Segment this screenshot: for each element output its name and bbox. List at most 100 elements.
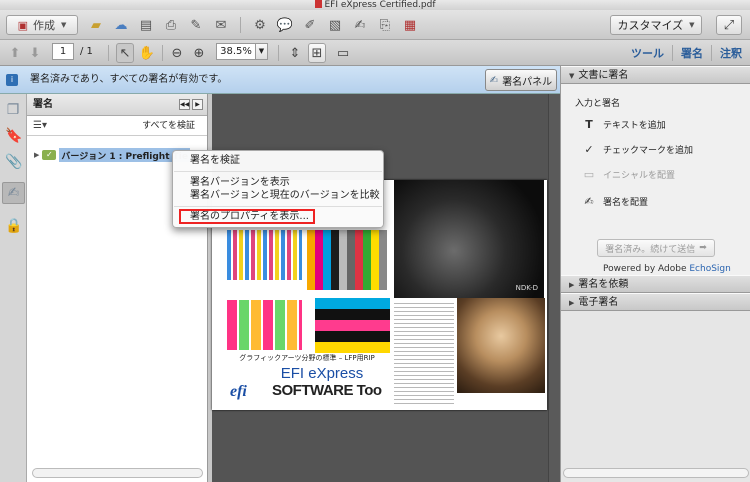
attachments-icon[interactable]: 📎 [5,154,22,170]
menu-item-validate-signature[interactable]: 署名を検証 [190,154,240,167]
panel-header-buttons: ◀◀ ▶ [179,99,203,110]
panel-horizontal-scrollbar[interactable] [32,468,203,478]
signature-status-bar: i 署名済みであり、すべての署名が有効です。 ✍ 署名パネル [0,66,560,94]
document-scrollbar[interactable] [548,94,560,482]
menu-item-view-signed-version[interactable]: 署名バージョンを表示 [190,176,290,189]
tab-comment[interactable]: 注釈 [711,45,750,61]
cloud-icon[interactable]: ☁ [111,15,131,35]
hand-tool-icon[interactable]: ✋ [138,43,156,63]
zoom-dropdown-icon[interactable]: ▼ [256,43,268,60]
add-checkmark-item[interactable]: ✓ チェックマークを追加 [583,142,693,156]
bookmarks-icon[interactable]: 🔖 [5,128,22,144]
disclosure-closed-icon: ▶ [569,299,575,307]
zoom-out-icon[interactable]: ⊖ [168,43,186,63]
text-tool-icon: T [585,117,593,131]
title-bar: EFI eXpress Certified.pdf [0,0,750,10]
place-signature-item[interactable]: ✍ 署名を配置 [583,194,648,208]
print-icon[interactable]: ⎙ [161,15,181,35]
open-folder-icon[interactable]: ▰ [86,15,106,35]
echosign-link[interactable]: EchoSign [689,264,730,274]
pen-icon: ✍ [489,74,499,86]
signatures-panel-tools: ☰▾ すべてを検証 [27,116,207,136]
pane-tabs: ツール 署名 注釈 [623,40,750,66]
add-text-item[interactable]: T テキストを追加 [583,117,666,131]
divider [240,17,241,33]
menu-separator [174,171,382,172]
tab-sign[interactable]: 署名 [672,45,711,61]
red-highlight-box [179,209,315,224]
prev-page-icon[interactable]: ⬆ [6,43,24,63]
create-button[interactable]: ▣ 作成 ▼ [6,15,78,35]
efi-logo: efi [230,383,247,400]
electronic-signature-header[interactable]: ▶ 電子署名 [561,293,750,311]
software-tools-title: SOFTWARE Too [272,382,382,399]
tab-tools[interactable]: ツール [623,45,672,61]
color-bars-image [307,230,387,290]
comment-icon[interactable]: 💬 [275,15,295,35]
options-menu-icon[interactable]: ☰▾ [33,120,47,131]
sign-document-header[interactable]: ▼ 文書に署名 [561,66,750,84]
highlight-icon[interactable]: ✐ [300,15,320,35]
page-thumbnails-icon[interactable]: ❐ [5,102,21,118]
select-tool-icon[interactable]: ↖ [116,43,134,63]
fit-page-icon[interactable]: ⊞ [308,43,326,63]
mail-icon[interactable]: ✉ [211,15,231,35]
signature-panel-button[interactable]: ✍ 署名パネル [485,69,557,91]
signatures-panel-title: 署名 [33,99,53,110]
acrobat-window: EFI eXpress Certified.pdf ▣ 作成 ▼ ▰ ☁ ▤ ⎙… [0,0,750,482]
pane-horizontal-scrollbar[interactable] [563,468,749,478]
document-caption: グラフィックアーツ分野の標準 – LFP用RIP [239,354,375,362]
zoom-input[interactable]: 38.5% [216,43,256,60]
signed-send-label: 署名済み。続けて送信 [605,244,696,255]
input-and-sign-label: 入力と署名 [575,99,621,109]
attach-icon[interactable]: ⎘ [375,15,395,35]
expand-icon[interactable]: ▶ [192,99,203,110]
divider [108,45,109,61]
add-text-label: テキストを追加 [603,120,666,131]
page-number-input[interactable]: 1 [52,43,74,60]
edit-icon[interactable]: ✎ [186,15,206,35]
collapse-icon[interactable]: ◀◀ [179,99,190,110]
signature-panel-label: 署名パネル [502,76,553,88]
signatures-icon[interactable]: ✍ [2,182,25,204]
color-chart-image [227,230,302,280]
customize-label: カスタマイズ [617,19,684,32]
zoom-in-icon[interactable]: ⊕ [190,43,208,63]
create-label: 作成 [33,19,55,32]
validate-all-button[interactable]: すべてを検証 [142,116,195,136]
signed-send-button[interactable]: 署名済み。続けて送信 ➡ [597,239,715,257]
powered-by-label: Powered by Adobe [603,264,687,274]
sign-icon[interactable]: ✍ [350,15,370,35]
signature-status-message: 署名済みであり、すべての署名が有効です。 [30,74,228,85]
fullscreen-button[interactable]: ⤢ [716,15,742,35]
signature-version-label: バージョン 1 : Preflight Tie [59,148,190,162]
place-initials-item[interactable]: ▭ イニシャルを配置 [583,167,675,181]
request-signature-title: 署名を依頼 [578,279,629,290]
disclosure-closed-icon: ▶ [569,281,575,289]
menu-separator [174,206,382,207]
save-icon[interactable]: ▤ [136,15,156,35]
context-menu: 署名を検証 署名バージョンを表示 署名バージョンと現在のバージョンを比較 署名の… [172,150,384,228]
chevron-down-icon: ▼ [689,21,695,29]
disclosure-triangle-icon[interactable]: ▶ [34,151,39,159]
electronic-signature-title: 電子署名 [578,297,619,308]
read-mode-icon[interactable]: ▭ [334,43,352,63]
place-signature-label: 署名を配置 [603,197,649,208]
efi-express-title: EFI eXpress [280,365,364,382]
divider [278,45,279,61]
fit-width-icon[interactable]: ⇕ [286,43,304,63]
place-initials-label: イニシャルを配置 [603,170,676,181]
create-icon: ▣ [17,18,28,32]
valid-signature-icon: ✓ [42,150,57,160]
menu-item-compare-versions[interactable]: 署名バージョンと現在のバージョンを比較 [190,189,380,202]
next-page-icon[interactable]: ⬇ [26,43,44,63]
customize-dropdown[interactable]: カスタマイズ ▼ [610,15,702,35]
certify-icon[interactable]: ▦ [400,15,420,35]
request-signature-header[interactable]: ▶ 署名を依頼 [561,275,750,293]
page-total: / 1 [80,46,93,57]
gear-icon[interactable]: ⚙ [250,15,270,35]
stamp-icon[interactable]: ▧ [325,15,345,35]
sign-document-section: 入力と署名 T テキストを追加 ✓ チェックマークを追加 ▭ イニシャルを配置 … [561,84,750,275]
security-icon[interactable]: 🔒 [5,218,22,234]
knockout-overprint-image [315,298,390,353]
